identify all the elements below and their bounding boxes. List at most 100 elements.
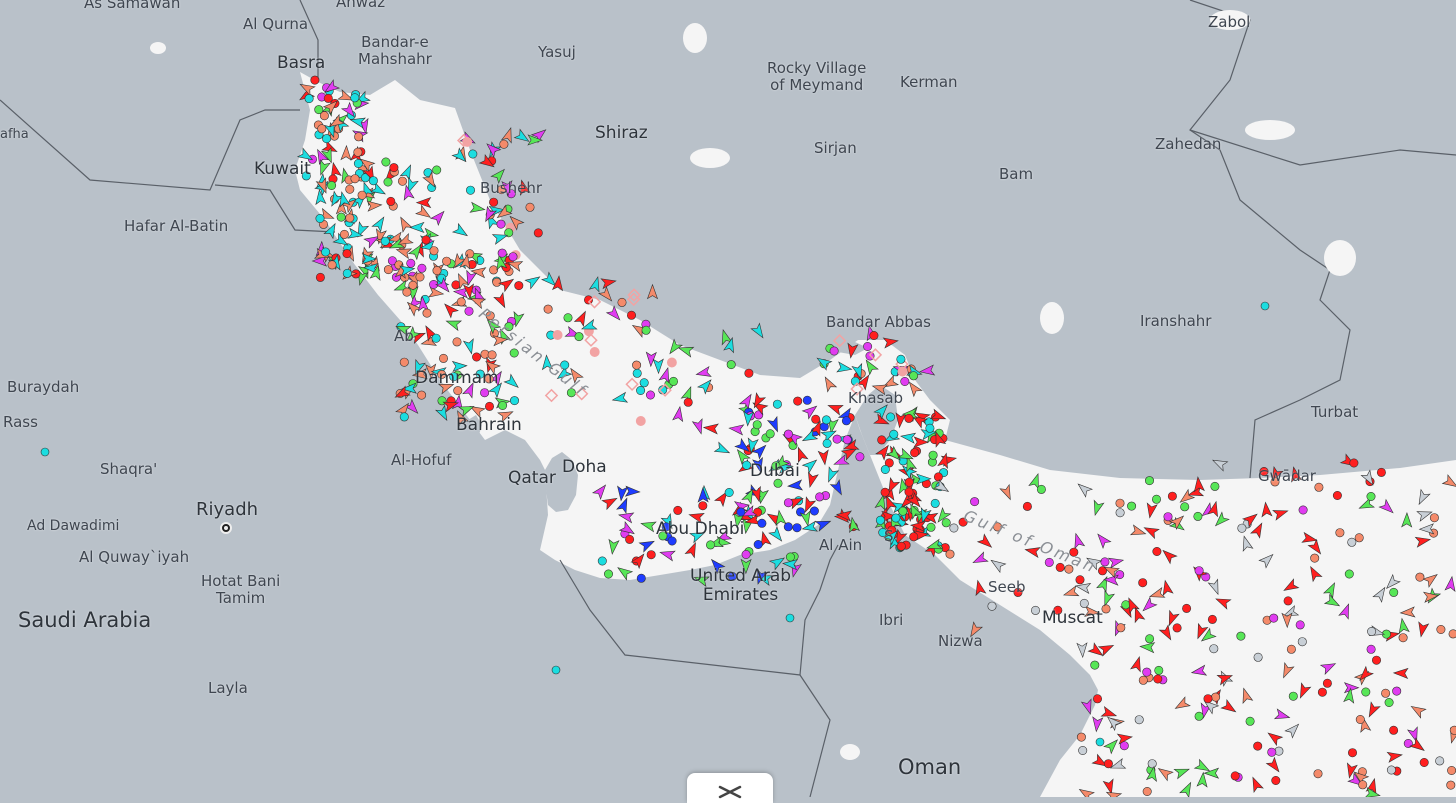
vessel-marker[interactable]	[1344, 569, 1354, 579]
vessel-marker[interactable]	[342, 249, 352, 259]
vessel-marker[interactable]	[832, 434, 842, 444]
label-riyadh[interactable]: Riyadh	[196, 500, 258, 520]
label-hafar-al-batin[interactable]: Hafar Al-Batin	[124, 218, 228, 235]
vessel-marker[interactable]	[793, 396, 803, 406]
vessel-marker[interactable]	[1127, 501, 1137, 511]
vessel-marker[interactable]	[919, 364, 936, 377]
label-ahwaz[interactable]: Ahwaz	[336, 0, 385, 11]
vessel-marker[interactable]	[1090, 660, 1100, 670]
label-bandar-abbas[interactable]: Bandar Abbas	[826, 314, 931, 331]
vessel-marker[interactable]	[744, 368, 754, 378]
vessel-marker[interactable]	[1269, 613, 1279, 623]
label-qatar[interactable]: Qatar	[508, 469, 556, 488]
vessel-marker[interactable]	[402, 287, 412, 297]
vessel-marker[interactable]	[1115, 508, 1125, 518]
vessel-marker[interactable]	[368, 176, 378, 186]
label-buraydah[interactable]: Buraydah	[7, 379, 79, 396]
vessel-marker[interactable]	[1283, 596, 1293, 606]
vessel-marker[interactable]	[645, 390, 655, 400]
vessel-marker[interactable]	[389, 163, 399, 173]
vessel-marker[interactable]	[1138, 578, 1148, 588]
vessel-marker[interactable]	[1145, 634, 1155, 644]
vessel-marker[interactable]	[757, 518, 767, 528]
vessel-marker[interactable]	[829, 346, 839, 356]
vessel-marker[interactable]	[1245, 716, 1255, 726]
vessel-marker[interactable]	[896, 354, 906, 364]
vessel-marker[interactable]	[421, 235, 431, 245]
label-doha[interactable]: Doha	[562, 458, 607, 477]
label-seeb[interactable]: Seeb	[988, 579, 1026, 596]
vessel-marker[interactable]	[588, 276, 602, 293]
vessel-marker[interactable]	[1260, 301, 1270, 311]
label-dammam[interactable]: Dammam	[415, 369, 499, 388]
vessel-marker[interactable]	[1367, 626, 1377, 636]
vessel-marker[interactable]	[1207, 614, 1217, 624]
vessel-marker[interactable]	[822, 438, 832, 448]
vessel-marker[interactable]	[350, 174, 360, 184]
close-panel-button[interactable]	[687, 773, 773, 803]
vessel-marker[interactable]	[632, 368, 642, 378]
vessel-marker[interactable]	[431, 333, 441, 343]
vessel-marker[interactable]	[1152, 546, 1162, 556]
vessel-marker[interactable]	[322, 134, 332, 144]
vessel-marker[interactable]	[792, 523, 802, 533]
vessel-marker[interactable]	[1310, 553, 1320, 563]
vessel-marker[interactable]	[1446, 780, 1456, 790]
label-al-hofuf[interactable]: Al-Hofuf	[391, 452, 451, 469]
vessel-marker[interactable]	[646, 283, 659, 300]
label-layla[interactable]: Layla	[208, 680, 248, 697]
vessel-marker[interactable]	[603, 569, 613, 579]
vessel-marker[interactable]	[321, 247, 331, 257]
vessel-marker[interactable]	[422, 308, 432, 318]
vessel-marker[interactable]	[1389, 587, 1399, 597]
vessel-marker[interactable]	[811, 414, 821, 424]
vessel-marker[interactable]	[1103, 759, 1113, 769]
vessel-marker[interactable]	[1209, 644, 1219, 654]
vessel-marker[interactable]	[386, 196, 396, 206]
vessel-marker[interactable]	[1116, 623, 1126, 633]
vessel-marker[interactable]	[1358, 780, 1368, 790]
vessel-marker[interactable]	[635, 416, 646, 426]
label-bushehr[interactable]: Bushehr	[480, 180, 542, 197]
vessel-marker[interactable]	[904, 413, 914, 423]
label-rafha[interactable]: afha	[0, 127, 29, 142]
label-iranshahr[interactable]: Iranshahr	[1140, 313, 1211, 330]
vessel-marker[interactable]	[1194, 711, 1204, 721]
vessel-marker[interactable]	[1355, 714, 1365, 724]
vessel-marker[interactable]	[625, 534, 635, 544]
vessel-marker[interactable]	[399, 357, 409, 367]
vessel-marker[interactable]	[783, 522, 793, 532]
vessel-marker[interactable]	[1142, 667, 1152, 677]
vessel-marker[interactable]	[589, 347, 600, 357]
vessel-marker[interactable]	[597, 556, 607, 566]
vessel-marker[interactable]	[1448, 629, 1456, 639]
vessel-marker[interactable]	[1182, 603, 1192, 613]
vessel-marker[interactable]	[543, 304, 553, 314]
vessel-marker[interactable]	[1210, 481, 1220, 491]
vessel-marker[interactable]	[456, 297, 466, 307]
vessel-marker[interactable]	[880, 487, 890, 497]
vessel-marker[interactable]	[342, 268, 352, 278]
vessel-marker[interactable]	[945, 549, 955, 559]
label-shaqra[interactable]: Shaqra'	[100, 461, 157, 478]
vessel-marker[interactable]	[668, 376, 678, 386]
vessel-marker[interactable]	[930, 498, 940, 508]
vessel-marker[interactable]	[353, 159, 363, 169]
vessel-marker[interactable]	[484, 401, 494, 411]
vessel-marker[interactable]	[304, 94, 314, 104]
label-al-ain[interactable]: Al Ain	[819, 537, 862, 554]
vessel-marker[interactable]	[442, 256, 452, 266]
vessel-marker[interactable]	[489, 197, 499, 207]
vessel-marker[interactable]	[323, 93, 333, 103]
vessel-marker[interactable]	[429, 246, 439, 256]
vessel-marker[interactable]	[1101, 604, 1111, 614]
vessel-marker[interactable]	[841, 416, 851, 426]
vessel-marker[interactable]	[415, 272, 425, 282]
vessel-marker[interactable]	[40, 447, 50, 457]
vessel-marker[interactable]	[1172, 623, 1182, 633]
vessel-marker[interactable]	[1079, 598, 1089, 608]
vessel-marker[interactable]	[472, 352, 482, 362]
vessel-marker[interactable]	[928, 450, 938, 460]
label-khasab[interactable]: Khasab	[848, 390, 903, 407]
vessel-marker[interactable]	[698, 501, 708, 511]
